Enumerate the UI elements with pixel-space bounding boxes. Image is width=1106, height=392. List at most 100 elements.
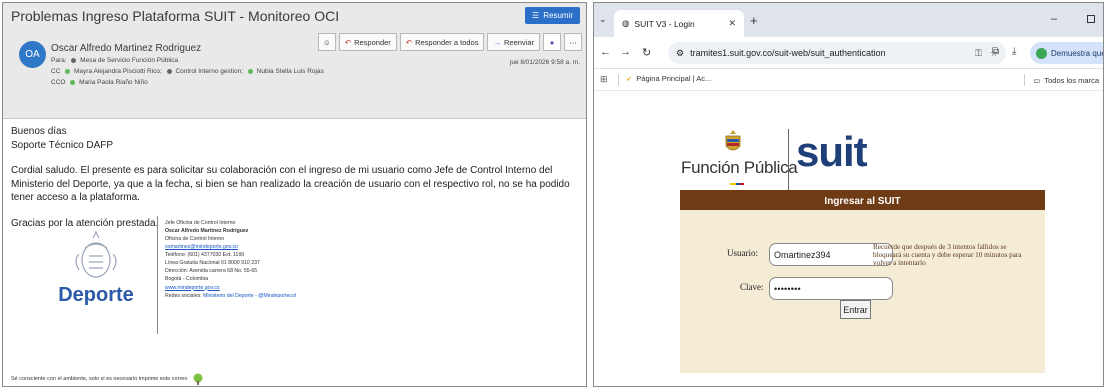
presence-icon: [71, 57, 77, 63]
reply-icon: ↶: [344, 37, 352, 47]
teams-icon: ●: [549, 37, 555, 47]
summarize-button[interactable]: ☰ Resumir: [525, 7, 580, 24]
signature-email-link[interactable]: osmartinez@mindeporte.gov.co: [165, 243, 296, 251]
sender-avatar[interactable]: OA: [19, 41, 46, 68]
username-label: Usuario:: [727, 248, 758, 258]
bookmark-label: Página Principal | Ac...: [636, 74, 712, 83]
suit-wordmark: suit: [796, 128, 868, 175]
ellipsis-icon: ⋯: [569, 37, 577, 47]
password-input[interactable]: ••••••••: [769, 277, 893, 300]
presence-icon: [70, 79, 76, 85]
bcc-line: CCO Maria Paola Riaño Niño: [51, 79, 148, 86]
email-body: Buenos días Soporte Técnico DAFP Cordial…: [11, 125, 581, 230]
username-value: Omartinez394: [774, 249, 831, 260]
smiley-icon: ☺: [322, 37, 331, 47]
signature-website-link[interactable]: www.mindeporte.gov.co: [165, 284, 296, 292]
page-viewport: Función Pública suit Ingresar al SUIT Us…: [594, 92, 1103, 386]
logo-divider: [788, 129, 789, 191]
address-bar[interactable]: ⚙ tramites1.suit.gov.co/suit-web/suit_au…: [668, 42, 1006, 64]
folder-icon: ▭: [1033, 75, 1041, 85]
back-icon[interactable]: ←: [600, 46, 611, 58]
coat-of-arms-icon: [75, 230, 117, 278]
bookmarks-separator: [618, 74, 619, 86]
eco-note: Sé consciente con el ambiente, solo si e…: [11, 373, 205, 385]
deporte-wordmark: Deporte: [58, 284, 134, 306]
tab-search-icon[interactable]: ⌄: [599, 14, 607, 25]
signature-text: Jefe Oficina de Control Interno Oscar Al…: [165, 219, 296, 300]
login-submit-button[interactable]: Entrar: [840, 300, 871, 319]
maximize-icon[interactable]: [1087, 15, 1095, 23]
colombia-flag-stripe: [730, 183, 744, 185]
signature-toll-free: Línea Gratuita Nacional 01 8000 910 237: [165, 260, 260, 267]
reply-button[interactable]: ↶ Responder: [338, 33, 397, 51]
password-label: Clave:: [740, 282, 764, 292]
greeting: Buenos días: [11, 126, 67, 137]
signature-name: Oscar Alfredo Martinez Rodriguez: [165, 228, 249, 235]
teams-button[interactable]: ●: [543, 33, 561, 51]
to-recipient[interactable]: Mesa de Servicio Función Pública: [80, 57, 178, 64]
apps-grid-icon[interactable]: ⊞: [600, 74, 608, 85]
presence-icon: [247, 68, 253, 74]
reply-label: Responder: [354, 37, 391, 47]
extensions-icon[interactable]: ⧉: [992, 46, 999, 57]
forward-label: Reenviar: [503, 37, 534, 47]
forward-button[interactable]: → Reenviar: [487, 33, 540, 51]
message-actions: ☺ ↶ Responder ↶ Responder a todos → Reen…: [317, 33, 582, 51]
signature-role: Jefe Oficina de Control Interno: [165, 220, 236, 226]
cc-line: CC Mayra Alejandra Pisciotti Rico; Contr…: [51, 68, 324, 75]
signature: Deporte Jefe Oficina de Control Interno …: [29, 216, 569, 336]
tab-suit-login[interactable]: ◍ SUIT V3 - Login ✕: [614, 10, 744, 37]
all-bookmarks[interactable]: ▭ Todos los marca: [1024, 74, 1099, 86]
browser-toolbar: ← → ↻ ⚙ tramites1.suit.gov.co/suit-web/s…: [594, 37, 1103, 69]
social-label: Redes sociales:: [165, 292, 202, 299]
bcc-recipient[interactable]: Maria Paola Riaño Niño: [79, 79, 148, 86]
reply-all-button[interactable]: ↶ Responder a todos: [399, 33, 485, 51]
bcc-label: CCO: [51, 79, 66, 86]
download-icon[interactable]: ⤓: [1012, 46, 1016, 57]
login-panel: Ingresar al SUIT Usuario: Omartinez394 C…: [680, 193, 1045, 373]
summarize-icon: ☰: [532, 11, 540, 20]
sender-name[interactable]: Oscar Alfredo Martinez Rodriguez: [51, 43, 201, 54]
forward-icon[interactable]: →: [620, 46, 631, 58]
signature-divider: [157, 216, 158, 334]
email-subject: Problemas Ingreso Plataforma SUIT - Moni…: [11, 8, 340, 24]
login-panel-title: Ingresar al SUIT: [680, 193, 1045, 210]
new-tab-icon[interactable]: +: [750, 13, 758, 28]
emoji-reaction-button[interactable]: ☺: [317, 33, 336, 51]
to-line: Para: Mesa de Servicio Función Pública: [51, 57, 178, 64]
social-link[interactable]: Ministerio del Deporte - @Mindeportecol: [203, 293, 296, 299]
signature-city: Bogotá - Colombia: [165, 276, 208, 283]
cc-recipient[interactable]: Mayra Alejandra Pisciotti Rico;: [74, 68, 162, 75]
eco-note-text: Sé consciente con el ambiente, solo si e…: [11, 376, 188, 382]
reply-all-label: Responder a todos: [415, 37, 479, 47]
funcion-publica-wordmark: Función Pública: [681, 158, 798, 177]
minimize-icon[interactable]: –: [1051, 13, 1057, 25]
mindeporte-logo: Deporte: [41, 230, 151, 320]
url-text: tramites1.suit.gov.co/suit-web/suit_auth…: [690, 48, 886, 58]
globe-icon: ◍: [622, 18, 630, 28]
bookmark-pagina-principal[interactable]: ➶ Página Principal | Ac...: [626, 74, 711, 83]
signature-social: Redes sociales: Ministerio del Deporte -…: [165, 292, 296, 300]
password-mask: ••••••••: [774, 283, 801, 294]
cc-recipient[interactable]: Control Interno gestion;: [175, 68, 243, 75]
email-header: Problemas Ingreso Plataforma SUIT - Moni…: [3, 3, 586, 119]
all-bookmarks-label: Todos los marca: [1044, 75, 1099, 85]
signature-office: Oficina de Control Interno: [165, 236, 225, 243]
colombia-coat-of-arms-icon: [725, 130, 741, 151]
forward-icon: →: [493, 37, 501, 47]
more-actions-button[interactable]: ⋯: [564, 33, 582, 51]
site-settings-icon[interactable]: ⚙: [676, 48, 684, 59]
close-tab-icon[interactable]: ✕: [728, 18, 736, 29]
suit-header-logo: Función Pública suit: [594, 92, 1103, 192]
reload-icon[interactable]: ↻: [642, 46, 651, 59]
browser-window: ⌄ ◍ SUIT V3 - Login ✕ + – ← → ↻ ⚙ tramit…: [593, 2, 1104, 387]
reply-all-icon: ↶: [405, 37, 413, 47]
email-window: Problemas Ingreso Plataforma SUIT - Moni…: [2, 2, 587, 387]
cc-recipient[interactable]: Nubia Stella Luis Rojas: [257, 68, 324, 75]
profile-chip-label: Demuestra que eres tú: [1051, 48, 1103, 58]
summarize-label: Resumir: [543, 11, 573, 20]
profile-verification-chip[interactable]: Demuestra que eres tú: [1030, 42, 1103, 64]
bookmark-favicon-icon: ➶: [626, 74, 633, 83]
signature-address: Dirección: Avenida carrera 68 No. 55-65: [165, 268, 258, 275]
key-icon[interactable]: ⚿: [975, 48, 982, 59]
